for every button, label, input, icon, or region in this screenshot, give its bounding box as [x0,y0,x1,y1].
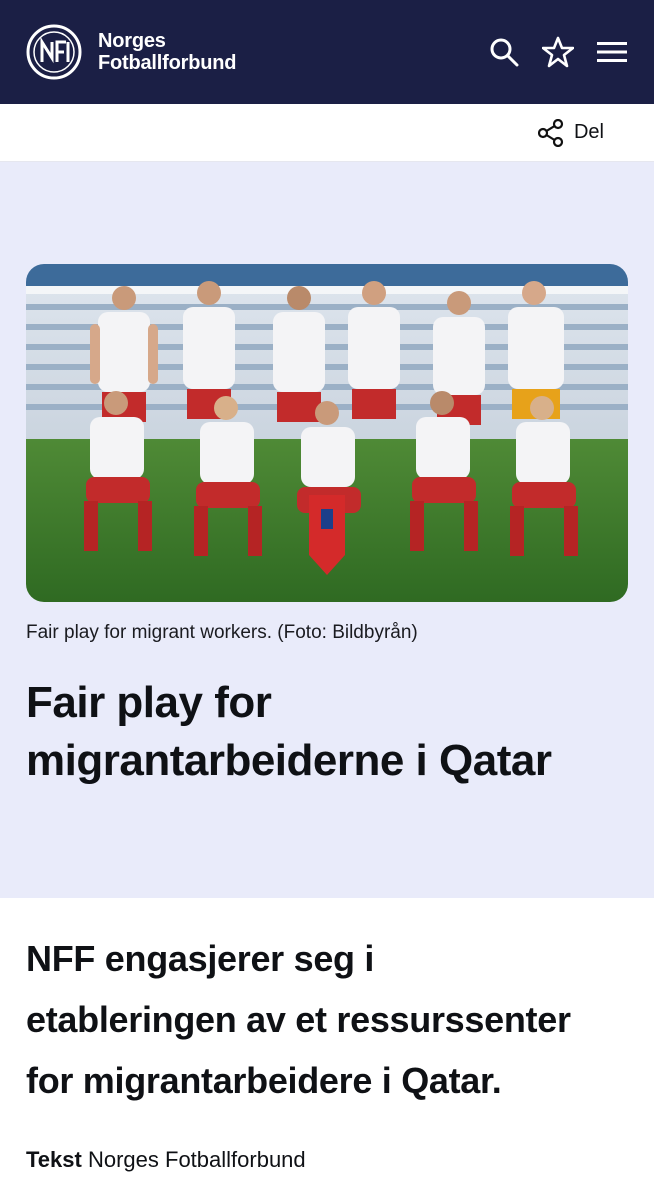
team-photo-illustration [26,264,628,602]
menu-button[interactable] [596,36,628,68]
share-bar: Del [0,104,654,162]
site-header: Norges Fotballforbund [0,0,654,104]
photo-caption: Fair play for migrant workers. (Foto: Bi… [26,622,418,643]
byline-value: Norges Fotballforbund [87,1147,306,1172]
favorites-button[interactable] [542,36,574,68]
byline-label: Tekst [26,1147,82,1172]
nff-logo-icon [26,24,82,80]
article-title: Fair play for migrantarbeiderne i Qatar [26,674,628,790]
star-icon [542,36,574,68]
brand-line-2: Fotballforbund [98,52,237,74]
header-actions [488,36,628,68]
article-hero: Fair play for migrant workers. (Foto: Bi… [0,162,654,898]
article-title-line-2: migrantarbeiderne i Qatar [26,736,552,785]
share-icon [537,118,564,147]
brand-name: Norges Fotballforbund [98,30,236,74]
article-lead-line-3: for migrantarbeidere i Qatar. [26,1060,502,1101]
brand-line-1: Norges [98,30,166,52]
article-body: NFF engasjerer seg i etableringen av et … [0,898,654,1173]
search-button[interactable] [488,36,520,68]
menu-icon [597,42,627,62]
article-lead-line-2: etableringen av et ressurssenter [26,999,571,1040]
article-title-line-1: Fair play for [26,678,272,727]
share-button[interactable]: Del [537,118,604,147]
article-lead: NFF engasjerer seg i etableringen av et … [26,928,628,1111]
brand-link[interactable]: Norges Fotballforbund [26,24,236,80]
article-lead-line-1: NFF engasjerer seg i [26,938,375,979]
team-photo [26,264,628,602]
search-icon [490,38,519,67]
share-label: Del [573,121,604,143]
byline: Tekst Norges Fotballforbund [26,1147,628,1173]
